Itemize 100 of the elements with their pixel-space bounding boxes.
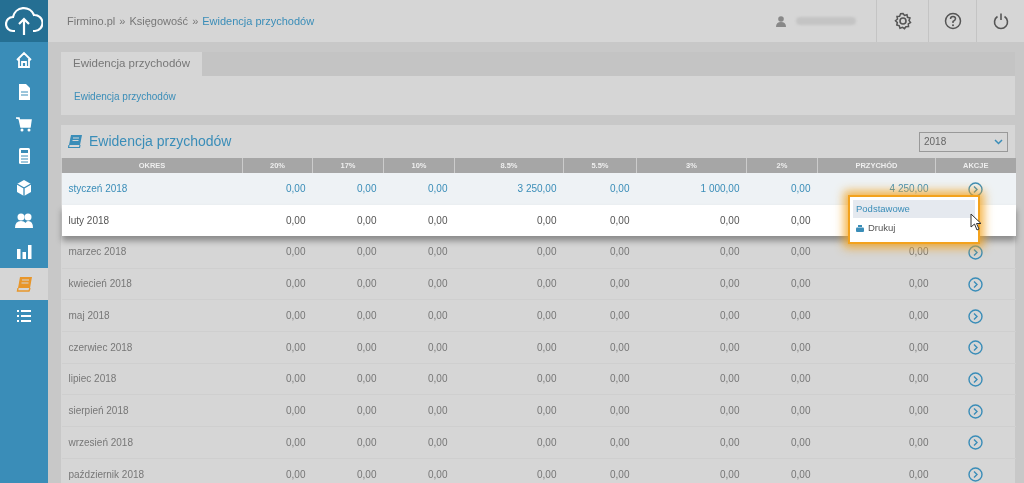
amount-text: 0,00 [720,246,740,258]
amount-text: 0,00 [428,278,448,290]
amount-text: 0,00 [286,405,306,417]
amount-text: 0,00 [357,183,377,195]
amount-text: 0,00 [428,405,448,417]
amount-text: 0,00 [791,183,811,195]
amount-text: 0,00 [720,215,740,227]
amount-text: 0,00 [537,373,557,385]
amount-text: 0,00 [791,341,811,353]
amount-text: 0,00 [791,215,811,227]
arrow-circle-icon[interactable] [968,244,983,260]
chart-icon [15,243,33,261]
year-select[interactable]: 2018 [919,131,1008,152]
user-icon [776,15,786,27]
amount-text: 0,00 [286,183,306,195]
amount-text: 1 000,00 [700,183,740,195]
amount-text: 0,00 [537,278,557,290]
amount-text: 0,00 [428,246,448,258]
amount-text: 0,00 [286,341,306,353]
amount-text: 0,00 [720,436,740,448]
amount-text: 0,00 [537,341,557,353]
breadcrumb-link[interactable]: Księgowość [129,14,189,27]
amount-text: 0,00 [537,468,557,480]
amount-text: 0,00 [720,468,740,480]
arrow-circle-icon[interactable] [968,340,983,356]
tab[interactable]: Ewidencja przychodów [61,52,202,76]
amount-text: 0,00 [720,310,740,322]
printer-icon [856,224,864,232]
amount-text: 0,00 [610,373,630,385]
arrow-circle-icon[interactable] [968,466,983,482]
amount-text: 0,00 [720,341,740,353]
period-cell: styczeń 2018 [61,173,243,205]
amount-text: 0,00 [428,341,448,353]
box-icon [15,179,33,197]
amount-text: 0,00 [537,215,557,227]
amount-text: 0,00 [610,436,630,448]
amount-text: 0,00 [537,310,557,322]
arrow-circle-icon[interactable] [968,276,983,292]
amount-text: 0,00 [286,436,306,448]
list-icon [15,307,33,325]
amount-text: 0,00 [428,373,448,385]
amount-text: 0,00 [909,373,929,385]
amount-text: 3 250,00 [517,183,557,195]
amount-text: 0,00 [357,310,377,322]
users-icon [15,211,33,229]
amount-text: 0,00 [428,215,448,227]
amount-text: 0,00 [791,246,811,258]
arrow-circle-icon[interactable] [968,181,983,197]
period-cell: luty 2018 [61,204,243,237]
amount-text: 0,00 [357,405,377,417]
amount-text: 0,00 [610,341,630,353]
amount-text: 0,00 [720,278,740,290]
arrow-circle-icon[interactable] [968,403,983,419]
amount-text: 0,00 [357,215,377,227]
arrow-circle-icon[interactable] [968,371,983,387]
settings-icon [893,12,912,30]
amount-text: 0,00 [357,341,377,353]
amount-text: 0,00 [791,405,811,417]
section-link[interactable]: Ewidencja przychodów [74,89,176,104]
breadcrumb-current[interactable]: Ewidencja przychodów [202,14,315,27]
amount-text: 0,00 [537,246,557,258]
amount-text: 0,00 [909,278,929,290]
amount-text: 0,00 [357,436,377,448]
amount-text: 0,00 [286,373,306,385]
amount-text: 0,00 [791,468,811,480]
amount-text: 0,00 [610,278,630,290]
amount-text: 4 250,00 [889,183,929,195]
amount-text: 0,00 [286,468,306,480]
book-icon [15,275,33,293]
amount-text: 0,00 [286,246,306,258]
amount-text: 0,00 [909,310,929,322]
breadcrumb-link[interactable]: Firmino.pl [67,14,116,27]
period-cell: październik 2018 [61,458,243,483]
amount-text: 0,00 [909,436,929,448]
period-cell: sierpień 2018 [61,394,243,427]
arrow-circle-icon[interactable] [968,308,983,324]
amount-text: 0,00 [791,278,811,290]
amount-text: 0,00 [357,246,377,258]
help-icon [943,12,962,30]
amount-text: 0,00 [909,468,929,480]
arrow-circle-icon[interactable] [968,435,983,451]
amount-text: 0,00 [610,468,630,480]
amount-text: 0,00 [720,405,740,417]
amount-text: 0,00 [357,468,377,480]
amount-text: 0,00 [357,373,377,385]
breadcrumb-separator: » [119,14,126,27]
amount-text: 0,00 [791,373,811,385]
cloud-upload-icon [5,6,43,36]
amount-text: 0,00 [610,183,630,195]
cart-icon [15,115,33,133]
period-cell: kwiecień 2018 [61,268,243,300]
amount-text: 0,00 [791,436,811,448]
amount-text: 0,00 [909,405,929,417]
amount-text: 0,00 [610,310,630,322]
home-icon [15,51,33,69]
menu-section-header: Podstawowe [853,200,975,219]
amount-text: 0,00 [428,183,448,195]
amount-text: 0,00 [286,215,306,227]
period-cell: marzec 2018 [61,236,243,269]
period-cell: lipiec 2018 [61,363,243,395]
